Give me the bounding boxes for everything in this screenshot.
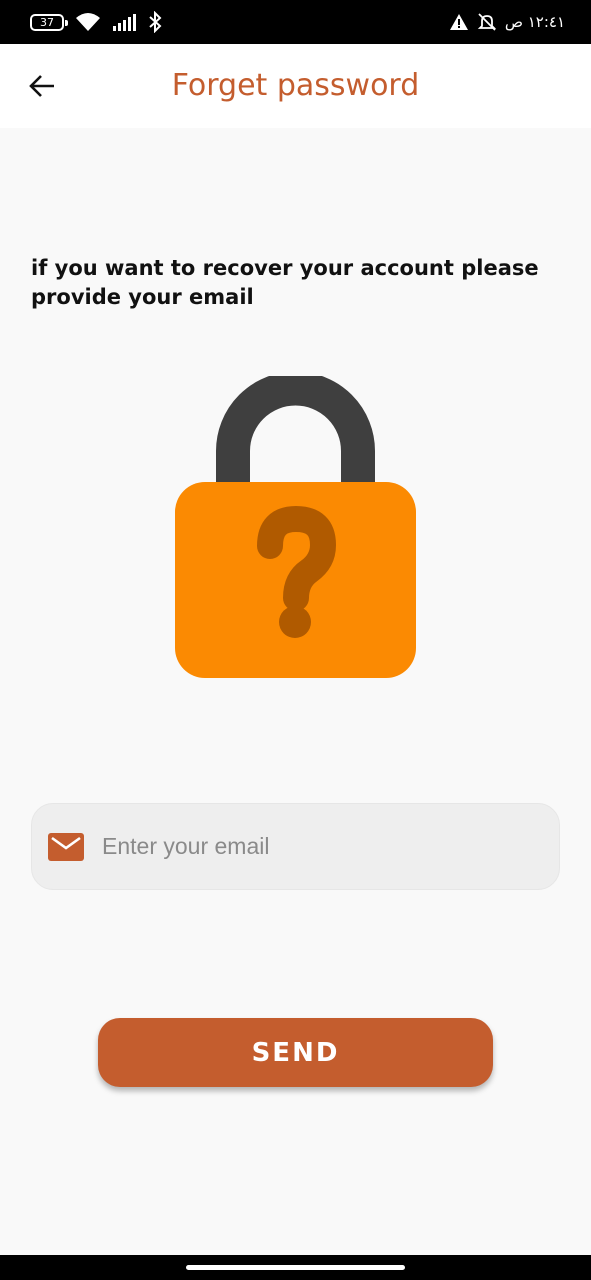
email-input[interactable] [102,833,502,860]
notifications-off-icon [477,12,497,32]
bluetooth-icon [148,11,162,33]
battery-level: 37 [40,15,54,29]
status-left: 37 [30,0,162,44]
page-title: Forget password [171,68,420,103]
navigation-bar [0,1255,591,1280]
status-bar: 37 ١٢:٤١ ص [0,0,591,44]
send-button[interactable]: SEND [98,1018,493,1087]
battery-icon: 37 [30,13,68,31]
email-field[interactable] [31,803,560,890]
lock-question-icon [175,371,416,678]
app-bar: Forget password [0,44,591,128]
status-right: ١٢:٤١ ص [449,0,565,44]
signal-icon [112,12,138,32]
wifi-icon [74,11,102,33]
instruction-text: if you want to recover your account plea… [31,256,539,309]
home-indicator[interactable] [186,1265,405,1270]
clock: ١٢:٤١ ص [504,13,565,31]
warning-icon [449,13,469,31]
mail-icon [48,832,84,862]
